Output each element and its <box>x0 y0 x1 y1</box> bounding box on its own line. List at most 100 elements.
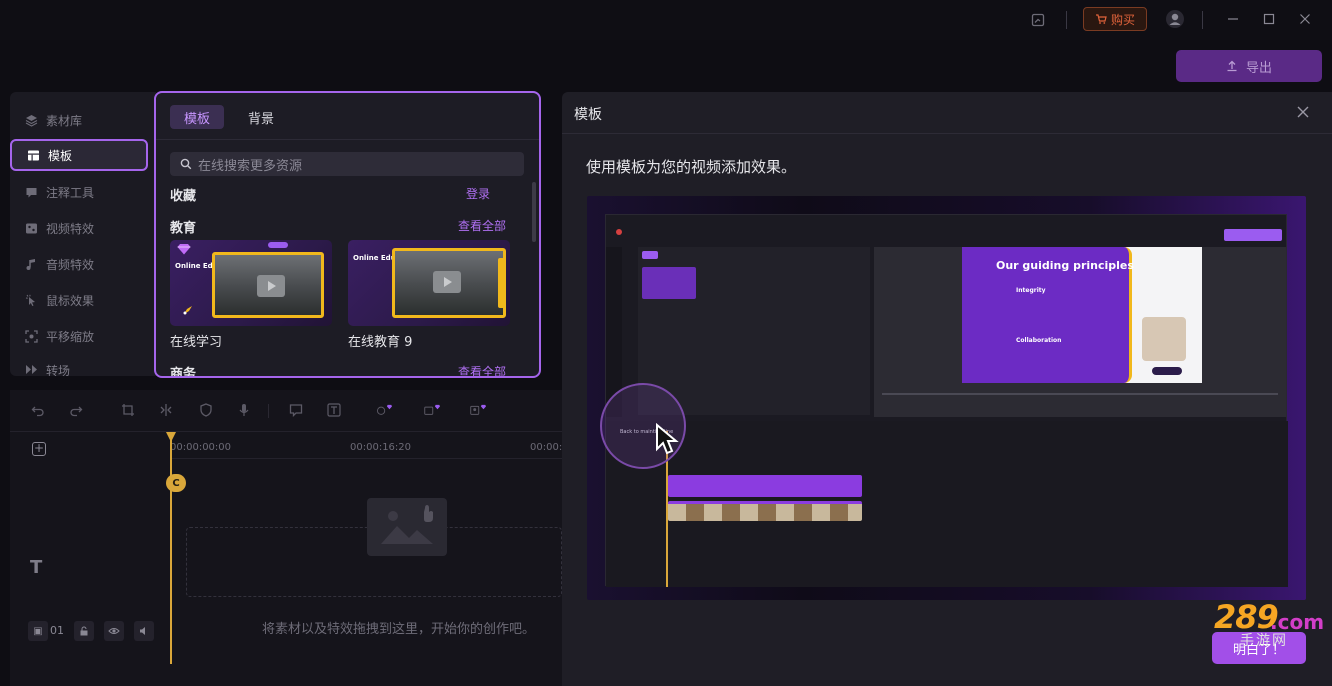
cursor-effects-icon <box>24 293 38 307</box>
preview-clip-purple <box>668 475 862 497</box>
cart-icon <box>1095 13 1107 25</box>
preview-clip-video <box>668 501 862 521</box>
decor-tab <box>268 242 288 248</box>
shield-icon[interactable] <box>198 402 214 418</box>
premium-diamond-icon <box>177 243 191 255</box>
preview-export-button <box>1224 229 1282 241</box>
dialog-header: 模板 <box>562 92 1332 134</box>
template-scrollbar[interactable] <box>532 182 536 242</box>
education-title: 教育 <box>170 221 197 236</box>
preview-item-title: Integrity <box>1016 287 1046 294</box>
title-bar: 购买 <box>0 0 1332 40</box>
speaker-icon[interactable] <box>134 621 154 641</box>
business-title: 商务 <box>170 367 197 378</box>
subtitle-premium-icon[interactable] <box>424 402 440 418</box>
preview-cursor-icon <box>654 423 684 457</box>
sidebar-item-pan-zoom[interactable]: 平移缩放 <box>10 320 148 352</box>
tab-template[interactable]: 模板 <box>170 105 224 129</box>
redo-icon[interactable] <box>68 402 84 418</box>
divider <box>156 139 539 140</box>
search-placeholder: 在线搜索更多资源 <box>198 158 303 174</box>
sidebar-item-annotation[interactable]: 注释工具 <box>10 176 148 208</box>
close-icon[interactable] <box>1293 102 1313 122</box>
thumbnail-label: 在线学习 <box>170 335 223 350</box>
sidebar-item-template[interactable]: 模板 <box>10 139 148 171</box>
add-track-button[interactable]: + <box>32 442 46 456</box>
effect-premium-icon[interactable] <box>376 402 392 418</box>
lock-icon[interactable] <box>74 621 94 641</box>
annotation-icon <box>24 185 38 199</box>
divider <box>1066 11 1067 29</box>
tutorial-preview-image: Our guiding principles Integrity Collabo… <box>587 196 1306 600</box>
undo-icon[interactable] <box>30 402 46 418</box>
time-mark: 00:00:00:00 <box>170 442 232 453</box>
sidebar-item-cursor-effects[interactable]: 鼠标效果 <box>10 284 148 316</box>
layers-icon <box>24 113 38 127</box>
time-ruler[interactable] <box>170 458 562 459</box>
buy-label: 购买 <box>1110 12 1135 27</box>
preview-slide: Our guiding principles Integrity Collabo… <box>962 247 1202 383</box>
timeline-toolbar <box>10 390 562 432</box>
account-icon[interactable] <box>1164 8 1186 30</box>
video-placeholder-icon <box>433 271 461 293</box>
favorites-title: 收藏 <box>170 189 197 204</box>
caption-icon[interactable] <box>288 402 304 418</box>
track-film-icon: ▣ <box>28 621 48 641</box>
drop-hint-text: 将素材以及特效拖拽到这里，开始你的创作吧。 <box>262 622 536 637</box>
export-button[interactable]: 导出 <box>1176 50 1322 82</box>
education-view-all-link[interactable]: 查看全部 <box>458 217 506 234</box>
sidebar-item-video-effects[interactable]: 视频特效 <box>10 212 148 244</box>
dialog-title: 模板 <box>574 107 602 123</box>
image-placeholder-icon <box>367 498 447 556</box>
eye-icon[interactable] <box>104 621 124 641</box>
preview-presenter-photo <box>1142 317 1186 361</box>
sidebar-item-transition[interactable]: 转场 <box>10 356 148 376</box>
thumbnail-label: 在线教育 9 <box>348 335 413 350</box>
sidebar-item-label: 平移缩放 <box>46 329 95 344</box>
login-link[interactable]: 登录 <box>466 185 490 202</box>
template-thumbnail[interactable]: Online Education <box>348 240 510 326</box>
minimize-icon[interactable] <box>1222 8 1244 30</box>
preview-app-screenshot: Our guiding principles Integrity Collabo… <box>600 214 1288 587</box>
sidebar-item-label: 转场 <box>46 364 71 376</box>
upload-icon <box>1226 60 1238 72</box>
sidebar-item-label: 素材库 <box>46 113 83 128</box>
sidebar-item-label: 视频特效 <box>46 221 95 236</box>
pan-zoom-icon <box>24 329 38 343</box>
track-marker[interactable]: C <box>166 474 186 492</box>
sidebar: 素材库 模板 注释工具 视频特效 音频特效 鼠标效果 平移缩放 转场 <box>10 92 156 376</box>
template-icon <box>26 148 40 162</box>
template-tutorial-dialog: 模板 使用模板为您的视频添加效果。 Our guiding principles… <box>562 92 1332 686</box>
buy-button[interactable]: 购买 <box>1083 7 1147 31</box>
close-window-icon[interactable] <box>1294 8 1316 30</box>
track-number: 01 <box>50 624 64 637</box>
preview-player: Our guiding principles Integrity Collabo… <box>874 247 1286 417</box>
tab-background[interactable]: 背景 <box>236 105 286 129</box>
sidebar-item-library[interactable]: 素材库 <box>10 104 148 136</box>
playhead[interactable] <box>170 434 172 664</box>
preview-timeline: Back to maintimeline <box>606 421 1288 587</box>
text-tool-icon[interactable] <box>326 402 342 418</box>
avatar-premium-icon[interactable] <box>470 402 486 418</box>
template-panel: 模板 背景 在线搜索更多资源 收藏 登录 教育 查看全部 Online Educ… <box>154 91 541 378</box>
thumbnail-frame <box>392 248 506 318</box>
dialog-description: 使用模板为您的视频添加效果。 <box>586 158 797 176</box>
preview-item-title: Collaboration <box>1016 337 1062 344</box>
decor-strip <box>498 258 506 308</box>
search-input[interactable]: 在线搜索更多资源 <box>170 152 524 176</box>
feedback-icon[interactable] <box>1027 9 1049 31</box>
maximize-icon[interactable] <box>1258 8 1280 30</box>
crop-icon[interactable] <box>120 402 136 418</box>
sidebar-item-label: 音频特效 <box>46 257 95 272</box>
template-thumbnail[interactable]: Online Education <box>170 240 332 326</box>
microphone-icon[interactable] <box>236 402 252 418</box>
preview-record-dot <box>616 229 622 235</box>
watermark-sub: 手游网 <box>1240 633 1288 649</box>
sidebar-item-audio-effects[interactable]: 音频特效 <box>10 248 148 280</box>
audio-effects-icon <box>24 257 38 271</box>
export-label: 导出 <box>1245 60 1272 76</box>
sidebar-item-label: 鼠标效果 <box>46 293 95 308</box>
split-icon[interactable] <box>158 402 174 418</box>
time-mark: 00:00:16:20 <box>350 442 412 453</box>
business-view-all-link[interactable]: 查看全部 <box>458 363 506 376</box>
